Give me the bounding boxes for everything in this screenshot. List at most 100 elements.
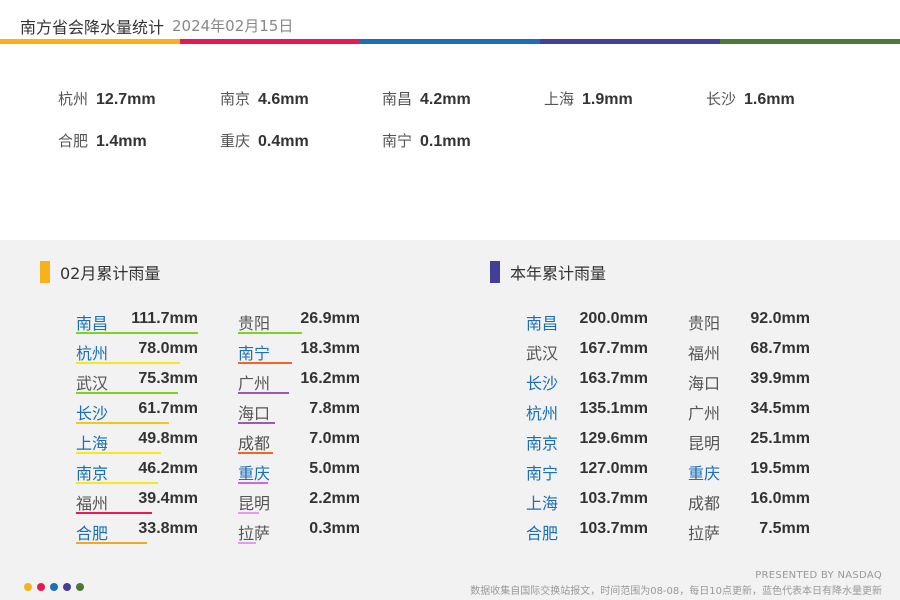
brand-dot [63,583,71,591]
monthly-value: 26.9mm [300,310,360,327]
today-city: 合肥 [58,132,89,150]
yearly-city: 重庆 [688,464,721,483]
monthly-value: 0.3mm [309,520,360,537]
yearly-city: 拉萨 [688,524,721,543]
yearly-row: 重庆 19.5mm [688,460,810,490]
today-city: 杭州 [58,90,89,108]
yearly-value: 25.1mm [750,430,810,447]
yearly-row: 长沙 163.7mm [526,370,648,400]
yearly-city: 南京 [526,434,559,453]
yearly-row: 杭州 135.1mm [526,400,648,430]
yearly-city: 广州 [688,404,721,423]
monthly-value: 61.7mm [138,400,198,417]
yearly-row: 昆明 25.1mm [688,430,810,460]
monthly-row: 南京 46.2mm [76,460,198,490]
brand-dot [37,583,45,591]
monthly-rain-bar [238,452,273,454]
today-value: 0.4mm [258,133,309,150]
monthly-city: 合肥 [76,524,109,543]
yearly-row: 贵阳 92.0mm [688,310,810,340]
monthly-row: 上海 49.8mm [76,430,198,460]
today-value: 1.6mm [744,91,795,108]
yearly-value: 92.0mm [750,310,810,327]
today-item: 重庆 0.4mm [220,130,309,151]
monthly-city: 长沙 [76,404,109,423]
yearly-row: 上海 103.7mm [526,490,648,520]
monthly-rain-bar [238,422,275,424]
monthly-row: 南宁 18.3mm [238,340,360,370]
yearly-row: 海口 39.9mm [688,370,810,400]
today-value: 1.9mm [582,91,633,108]
page-date: 2024年02月15日 [172,17,294,35]
monthly-city: 南昌 [76,314,109,333]
monthly-city: 拉萨 [238,524,271,543]
today-value: 4.2mm [420,91,471,108]
today-item: 长沙 1.6mm [706,88,795,109]
monthly-value: 33.8mm [138,520,198,537]
monthly-row: 海口 7.8mm [238,400,360,430]
yearly-row: 成都 16.0mm [688,490,810,520]
yearly-value: 127.0mm [579,460,649,477]
yearly-city: 长沙 [526,374,559,393]
yearly-city: 贵阳 [688,314,721,333]
monthly-rain-bar [76,392,178,394]
today-city: 重庆 [220,132,251,150]
cumulative-section: 02月累计雨量 本年累计雨量 南昌 111.7mm 杭州 78.0mm 武汉 75.3mm… [0,240,900,600]
yearly-value: 68.7mm [750,340,810,357]
yearly-value: 16.0mm [750,490,810,507]
yearly-marker [490,261,500,283]
yearly-city: 南昌 [526,314,559,333]
today-value: 0.1mm [420,133,471,150]
today-city: 上海 [544,90,575,108]
today-item: 合肥 1.4mm [58,130,147,151]
today-item: 南昌 4.2mm [382,88,471,109]
presented-by: PRESENTED BY NASDAQ [755,570,882,581]
today-city: 南京 [220,90,251,108]
yearly-value: 200.0mm [579,310,649,327]
monthly-rain-bar [238,362,292,364]
monthly-rain-bar [76,332,198,334]
monthly-value: 16.2mm [300,370,360,387]
monthly-value: 5.0mm [309,460,360,477]
yearly-city: 武汉 [526,344,559,363]
brand-dot [76,583,84,591]
monthly-city: 贵阳 [238,314,271,333]
yearly-city: 福州 [688,344,721,363]
monthly-city: 海口 [238,404,271,423]
monthly-rain-bar [238,392,289,394]
monthly-rain-bar [238,512,259,514]
today-item: 南宁 0.1mm [382,130,471,151]
monthly-rain-bar [76,362,180,364]
yearly-city: 上海 [526,494,559,513]
today-item: 南京 4.6mm [220,88,309,109]
monthly-value: 39.4mm [138,490,198,507]
monthly-value: 7.0mm [309,430,360,447]
monthly-row: 福州 39.4mm [76,490,198,520]
today-value: 1.4mm [96,133,147,150]
monthly-row: 成都 7.0mm [238,430,360,460]
monthly-rain-bar [76,512,152,514]
monthly-city: 南宁 [238,344,271,363]
yearly-value: 19.5mm [750,460,810,477]
monthly-row: 拉萨 0.3mm [238,520,360,550]
yearly-city: 海口 [688,374,721,393]
yearly-value: 167.7mm [579,340,649,357]
yearly-city: 杭州 [526,404,559,423]
monthly-city: 重庆 [238,464,271,483]
today-item: 上海 1.9mm [544,88,633,109]
yearly-row: 合肥 103.7mm [526,520,648,550]
monthly-city: 上海 [76,434,109,453]
today-rainfall-section: 杭州 12.7mm 南京 4.6mm 南昌 4.2mm 上海 1.9mm 长沙 1.6mm 合肥 1.… [0,44,900,240]
monthly-city: 福州 [76,494,109,513]
monthly-value: 78.0mm [138,340,198,357]
monthly-city: 广州 [238,374,271,393]
monthly-city: 昆明 [238,494,271,513]
monthly-city: 南京 [76,464,109,483]
monthly-row: 贵阳 26.9mm [238,310,360,340]
brand-dot [50,583,58,591]
monthly-row: 武汉 75.3mm [76,370,198,400]
monthly-rain-bar [238,542,256,544]
page-title: 南方省会降水量统计 [20,18,165,37]
today-value: 12.7mm [96,91,156,108]
monthly-rain-bar [238,332,302,334]
